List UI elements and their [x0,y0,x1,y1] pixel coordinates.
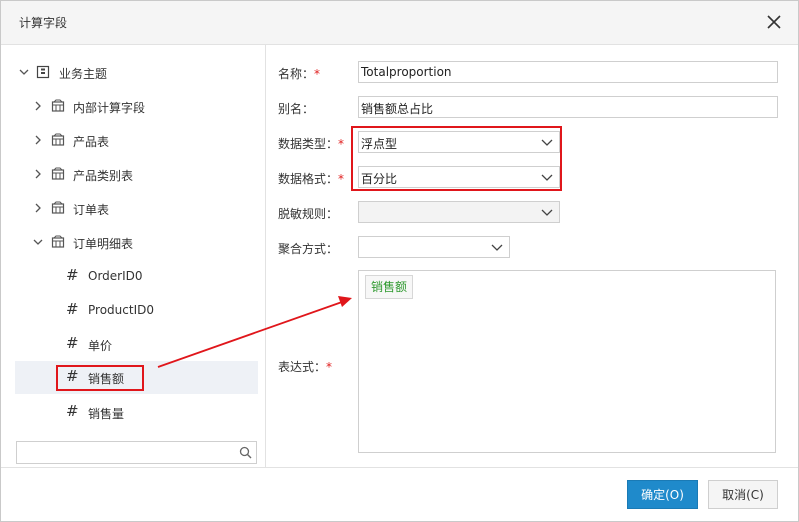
tree-item-table[interactable]: 订单表 [15,192,258,225]
tree-search-input[interactable] [16,441,257,464]
field-label: 单价 [88,339,113,353]
numeric-field-icon: # [66,300,79,318]
alias-field-label: 别名： [278,102,315,116]
field-label: ProductID0 [88,303,154,317]
table-icon [51,99,65,112]
chevron-down-icon[interactable] [19,66,29,78]
tree-item-table[interactable]: 产品表 [15,124,258,157]
tree-item-label: 产品表 [73,135,110,149]
chevron-right-icon[interactable] [33,100,43,112]
chevron-down-icon[interactable] [33,236,43,248]
chevron-right-icon[interactable] [33,134,43,146]
tree-item-table[interactable]: 内部计算字段 [15,90,258,123]
datatype-field-label: 数据类型：* [278,137,345,151]
field-label: OrderID0 [88,269,143,283]
tree-item-label: 产品类别表 [73,169,134,183]
tree-item-table[interactable]: 产品类别表 [15,158,258,191]
expression-editor[interactable]: 销售额 [358,270,776,453]
calc-field-dialog: 计算字段 业务主题 内部计算字段 产品表 产品类别表 订单表 订单明细表 # O… [0,0,799,522]
tree-field-item[interactable]: # ProductID0 [15,294,258,327]
numeric-field-icon: # [66,402,79,420]
tree-item-label: 内部计算字段 [73,101,146,115]
search-icon[interactable] [239,446,252,459]
table-icon [51,133,65,146]
numeric-field-icon: # [66,334,79,352]
subject-icon [36,65,50,79]
table-icon [51,235,65,248]
agg-field-label: 聚合方式： [278,242,339,256]
chevron-down-icon [541,209,553,216]
chevron-down-icon [491,244,503,251]
close-button[interactable] [763,11,785,33]
type-format-highlight-box [351,126,562,191]
tree-item-label: 订单明细表 [73,237,134,251]
numeric-field-icon: # [66,266,79,284]
cancel-button[interactable]: 取消(C) [708,480,778,509]
table-icon [51,167,65,180]
tree-item-table-expanded[interactable]: 订单明细表 [15,226,258,259]
tree-field-item[interactable]: # OrderID0 [15,260,258,293]
chevron-right-icon[interactable] [33,168,43,180]
close-icon [767,15,781,29]
tree-root-label: 业务主题 [59,67,108,81]
field-label: 销售量 [88,407,125,421]
selection-highlight-box [56,365,144,391]
tree-field-item[interactable]: # 销售量 [15,396,258,429]
tree-item-label: 订单表 [73,203,110,217]
ok-button[interactable]: 确定(O) [627,480,698,509]
expression-token[interactable]: 销售额 [365,275,414,299]
dialog-title: 计算字段 [19,16,68,30]
tree-field-item[interactable]: # 单价 [15,328,258,361]
name-field-label: 名称：* [278,67,321,81]
agg-select[interactable] [358,236,510,258]
name-input[interactable]: Totalproportion [358,61,778,83]
expr-field-label: 表达式：* [278,360,333,374]
format-field-label: 数据格式：* [278,172,345,186]
tree-root[interactable]: 业务主题 [15,56,258,89]
mask-select[interactable] [358,201,560,223]
dialog-titlebar: 计算字段 [1,1,798,45]
alias-input[interactable]: 销售额总占比 [358,96,778,118]
mask-field-label: 脱敏规则： [278,207,339,221]
chevron-right-icon[interactable] [33,202,43,214]
table-icon [51,201,65,214]
